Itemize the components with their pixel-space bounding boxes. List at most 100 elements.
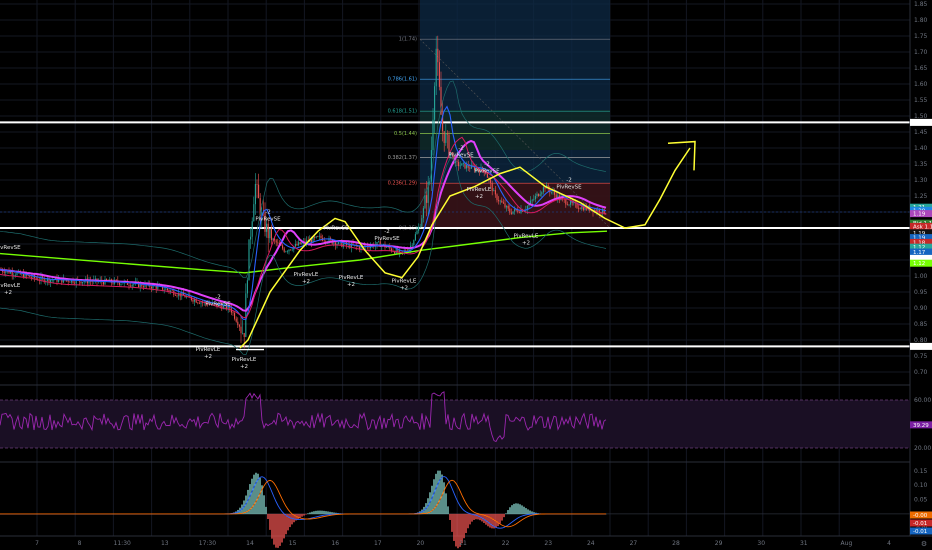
macd-histogram-bar <box>503 513 505 518</box>
pivot-signal-label: PivRevLE <box>339 275 364 281</box>
candle-body <box>246 280 248 294</box>
candle-body <box>91 281 93 283</box>
pivot-signal-label: PivRevLE <box>232 357 257 363</box>
time-axis-label: 24 <box>587 540 595 547</box>
candle-body <box>234 312 236 319</box>
macd-histogram-bar <box>253 474 255 515</box>
candle-body <box>142 286 144 288</box>
candle-body <box>3 271 5 274</box>
candle-body <box>514 209 516 212</box>
projection-arrow-head[interactable] <box>667 140 696 171</box>
time-axis-label: 23 <box>544 540 552 547</box>
time-axis-label: 8 <box>78 540 82 547</box>
candle-body <box>435 48 437 87</box>
candle-body <box>174 295 176 296</box>
candle-body <box>534 195 536 200</box>
candle-body <box>502 202 504 204</box>
macd-histogram-bar <box>465 513 467 534</box>
candle-body <box>282 245 284 249</box>
pivot-signal-label: PivRevSE <box>205 301 231 307</box>
candle-body <box>418 227 420 231</box>
candle-body <box>501 200 503 203</box>
trading-chart[interactable]: 1(1.74) 0.786(1.61) 0.618(1.51) 0.5(1.44) 0.… <box>0 0 932 550</box>
macd-histogram-bar <box>305 513 307 515</box>
candle-body <box>238 325 240 327</box>
time-axis[interactable]: 7 8 11:30 13 17:30 14 15 16 17 20 21 22 23 24 27 28 29 30… <box>35 540 891 547</box>
price-axis-label: 1.45 <box>914 129 928 136</box>
macd-pane[interactable] <box>0 470 910 549</box>
candle-body <box>298 242 300 246</box>
candle-body <box>166 288 168 291</box>
macd-histogram-bar <box>263 495 265 515</box>
rsi-pane[interactable] <box>0 391 910 449</box>
price-axis-label: 1.80 <box>914 17 928 24</box>
candle-body <box>88 281 90 284</box>
macd-histogram-bar <box>275 513 277 548</box>
candle-body <box>566 204 568 206</box>
time-axis-label: 15 <box>289 540 297 547</box>
candle-body <box>299 242 301 245</box>
macd-histogram-bar <box>269 513 271 530</box>
macd-histogram-bar <box>297 513 299 520</box>
macd-histogram-bar <box>499 513 501 524</box>
time-axis-label: 7 <box>35 540 39 547</box>
candle-body <box>245 293 247 337</box>
macd-axis[interactable]: 0.150.100.050.00-0.05-0.00-0.01-0.01 <box>910 468 932 535</box>
fib-level-label: 1(1.74) <box>399 37 417 43</box>
pivot-signal-label: PivRevLE <box>392 278 417 284</box>
rsi-axis[interactable]: 60.0040.0020.0039.29 <box>910 397 932 452</box>
candle-body <box>112 282 114 284</box>
candle-body <box>424 195 426 209</box>
candle-body <box>368 247 370 249</box>
macd-histogram-bar <box>267 513 269 520</box>
price-axis-label: 1.60 <box>914 81 928 88</box>
candle-body <box>438 62 440 87</box>
pivot-signal-label: PivRevSE <box>323 226 349 232</box>
candle-body <box>539 194 541 197</box>
candle-body <box>240 326 242 334</box>
candle-body <box>318 235 320 237</box>
time-axis-label: 29 <box>715 540 723 547</box>
candle-body <box>251 221 253 237</box>
candle-body <box>565 199 567 205</box>
candle-body <box>544 187 546 189</box>
macd-value-label: -0.00 <box>913 513 928 519</box>
candle-body <box>285 251 287 253</box>
candle-body <box>291 249 293 251</box>
pivot-signal-label: PivRevLE <box>0 283 21 289</box>
candle-body <box>394 251 396 254</box>
fib-level-label: 0.382(1.37) <box>388 155 417 161</box>
price-axis[interactable]: 1.851.801.751.701.651.601.551.501.451.40… <box>914 1 928 376</box>
price-axis-label: 1.35 <box>914 161 928 168</box>
candle-body <box>416 230 418 235</box>
time-axis-label: 4 <box>887 540 891 547</box>
macd-histogram-bar <box>513 503 515 515</box>
macd-histogram-bar <box>447 506 449 515</box>
macd-histogram-bar <box>285 513 287 535</box>
candle-body <box>554 191 556 195</box>
candle-body <box>498 200 500 202</box>
candle-body <box>538 193 540 197</box>
candle-body <box>320 235 322 239</box>
pivot-signal-label: -2 <box>458 146 463 152</box>
candle-body <box>464 163 466 169</box>
pivot-signal-label: PivRevLE <box>467 187 492 193</box>
macd-histogram-bar <box>329 511 331 515</box>
pivot-signal-label: PivRevSE <box>0 245 21 251</box>
macd-histogram-bar <box>311 511 313 515</box>
pivot-signal-label: -2 <box>566 178 571 184</box>
macd-histogram-bar <box>505 513 507 515</box>
gear-icon[interactable]: ⚙ <box>920 540 928 548</box>
candle-body <box>74 282 76 284</box>
candle-body <box>194 299 196 302</box>
candle-body <box>315 236 317 238</box>
candle-body <box>333 242 335 244</box>
time-axis-label: 31 <box>800 540 808 547</box>
macd-histogram-bar <box>259 477 261 515</box>
pivot-signal-label: +2 <box>240 364 248 370</box>
rsi-axis-label: 20.00 <box>914 445 931 452</box>
candle-body <box>542 187 544 193</box>
pivot-signal-label: +2 <box>400 285 408 291</box>
macd-axis-label: 0.10 <box>914 482 928 489</box>
price-axis-label: 0.75 <box>914 353 928 360</box>
